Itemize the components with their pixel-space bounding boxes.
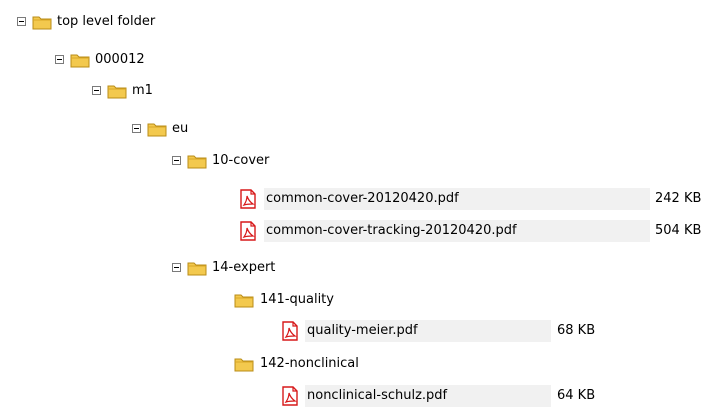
tree-node-10-cover[interactable]: 10-cover <box>0 150 300 174</box>
file-size: 242 KB <box>655 191 702 206</box>
tree-node-000012[interactable]: 000012 <box>0 49 260 73</box>
file-size: 504 KB <box>655 223 702 238</box>
collapse-toggle-icon[interactable] <box>55 55 64 64</box>
file-name: common-cover-20120420.pdf <box>266 191 459 206</box>
pdf-file-icon <box>237 220 259 242</box>
folder-icon <box>106 80 128 102</box>
collapse-toggle-icon[interactable] <box>172 156 181 165</box>
folder-icon <box>186 257 208 279</box>
collapse-toggle-icon[interactable] <box>172 263 181 272</box>
tree-node-label: top level folder <box>57 14 156 29</box>
pdf-file-icon <box>237 188 259 210</box>
pdf-file-icon <box>279 320 301 342</box>
tree-node-quality-meier-pdf[interactable]: quality-meier.pdf 68 KB <box>0 320 722 344</box>
tree-node-label: 14-expert <box>212 260 276 275</box>
collapse-toggle-icon[interactable] <box>132 124 141 133</box>
folder-icon <box>146 118 168 140</box>
folder-icon <box>69 49 91 71</box>
tree-node-label: m1 <box>132 83 153 98</box>
tree-node-m1[interactable]: m1 <box>0 80 260 104</box>
file-size: 64 KB <box>557 388 596 403</box>
tree-node-common-cover-pdf[interactable]: common-cover-20120420.pdf 242 KB <box>0 188 722 212</box>
folder-icon <box>233 289 255 311</box>
folder-icon <box>233 353 255 375</box>
tree-node-142-nonclinical[interactable]: 142-nonclinical <box>0 353 420 377</box>
tree-node-14-expert[interactable]: 14-expert <box>0 257 300 281</box>
tree-node-label: 000012 <box>95 52 145 67</box>
pdf-file-icon <box>279 385 301 407</box>
collapse-toggle-icon[interactable] <box>92 86 101 95</box>
tree-node-common-cover-tracking-pdf[interactable]: common-cover-tracking-20120420.pdf 504 K… <box>0 220 722 244</box>
folder-icon <box>31 11 53 33</box>
folder-tree: top level folder 000012 m1 eu 10-cover c… <box>0 0 722 411</box>
tree-node-nonclinical-schulz-pdf[interactable]: nonclinical-schulz.pdf 64 KB <box>0 385 722 409</box>
file-name: common-cover-tracking-20120420.pdf <box>266 223 517 238</box>
folder-icon <box>186 150 208 172</box>
tree-node-label: 142-nonclinical <box>260 356 359 371</box>
tree-node-label: 10-cover <box>212 153 270 168</box>
file-name: quality-meier.pdf <box>307 323 418 338</box>
tree-node-top-level-folder[interactable]: top level folder <box>0 11 260 35</box>
tree-node-label: eu <box>172 121 189 136</box>
tree-node-141-quality[interactable]: 141-quality <box>0 289 420 313</box>
collapse-toggle-icon[interactable] <box>17 17 26 26</box>
tree-node-eu[interactable]: eu <box>0 118 260 142</box>
file-size: 68 KB <box>557 323 596 338</box>
file-name: nonclinical-schulz.pdf <box>307 388 448 403</box>
tree-node-label: 141-quality <box>260 292 334 307</box>
